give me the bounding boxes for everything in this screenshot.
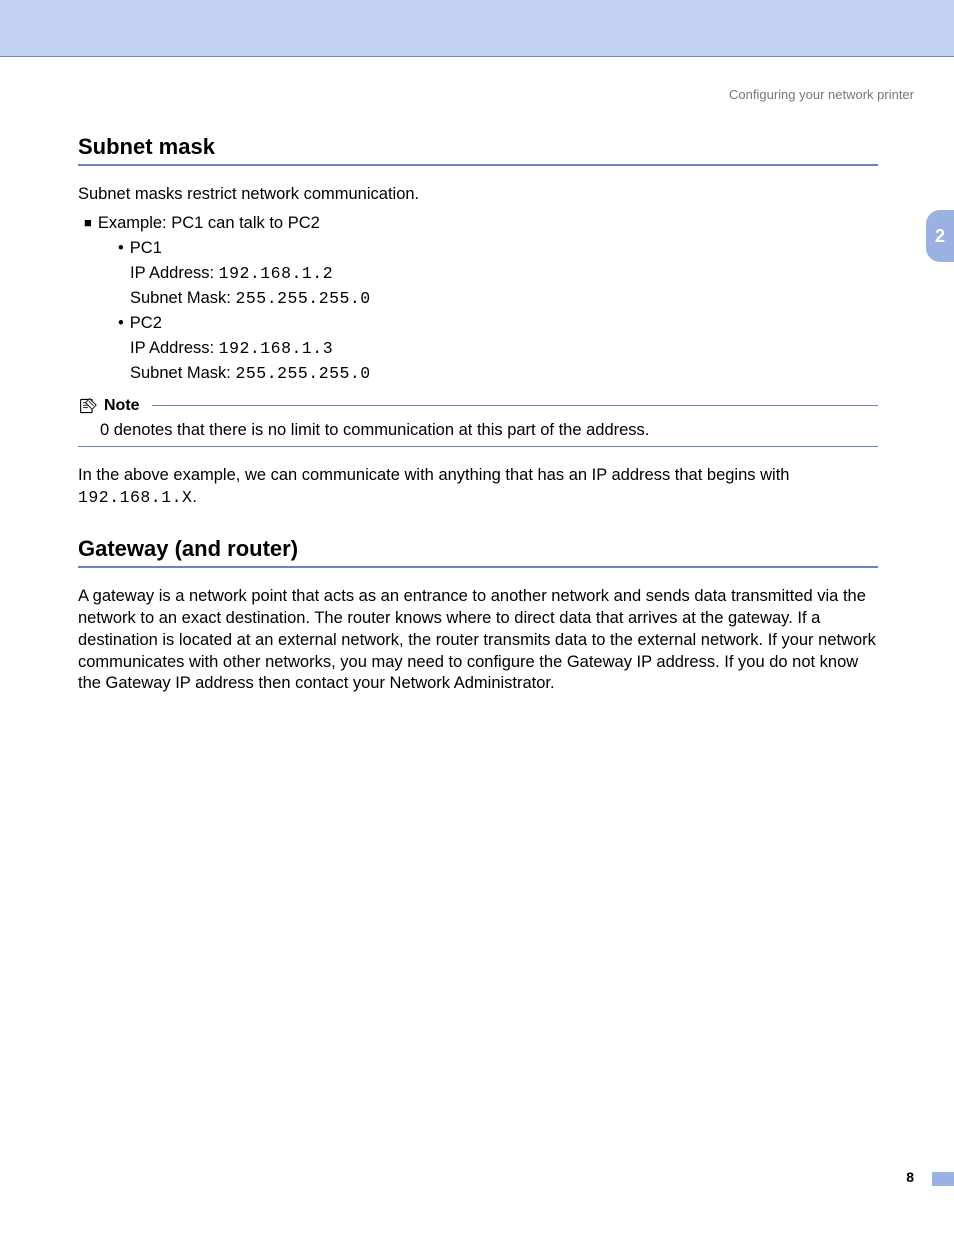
header-rule	[0, 56, 954, 57]
section-title-gateway: Gateway (and router)	[78, 536, 878, 562]
pc1-name: PC1	[130, 239, 162, 257]
mask-label: Subnet Mask:	[130, 364, 235, 382]
pc2-mask-row: Subnet Mask: 255.255.255.0	[130, 364, 878, 383]
square-bullet-icon: ■	[84, 215, 92, 230]
mask-value: 255.255.255.0	[235, 289, 370, 308]
note-header: Note	[78, 397, 878, 415]
gateway-body: A gateway is a network point that acts a…	[78, 586, 878, 695]
pc1-ip-row: IP Address: 192.168.1.2	[130, 264, 878, 283]
ip-label: IP Address:	[130, 264, 219, 282]
note-label: Note	[104, 397, 140, 415]
note-block: Note 0 denotes that there is no limit to…	[78, 397, 878, 447]
list-item: • PC2	[118, 314, 878, 333]
note-rule-bottom	[78, 446, 878, 447]
bullet-icon: •	[118, 239, 124, 257]
section-gateway: Gateway (and router) A gateway is a netw…	[78, 536, 878, 695]
bullet-icon: •	[118, 314, 124, 332]
mask-label: Subnet Mask:	[130, 289, 235, 307]
note-icon	[78, 397, 98, 415]
after-note-text: In the above example, we can communicate…	[78, 465, 878, 509]
pc2-ip-row: IP Address: 192.168.1.3	[130, 339, 878, 358]
header-band	[0, 0, 954, 56]
note-body: 0 denotes that there is no limit to comm…	[100, 421, 878, 440]
after-note-prefix: In the above example, we can communicate…	[78, 466, 789, 484]
example-label: Example: PC1 can talk to PC2	[98, 214, 320, 232]
pc1-mask-row: Subnet Mask: 255.255.255.0	[130, 289, 878, 308]
section-title-subnet: Subnet mask	[78, 134, 878, 160]
after-note-suffix: .	[192, 488, 197, 506]
subnet-intro: Subnet masks restrict network communicat…	[78, 184, 878, 206]
note-rule	[152, 405, 878, 406]
page-number: 8	[906, 1169, 914, 1185]
ip-value: 192.168.1.3	[219, 339, 333, 358]
ip-value: 192.168.1.2	[219, 264, 333, 283]
breadcrumb: Configuring your network printer	[729, 87, 914, 102]
pc2-name: PC2	[130, 314, 162, 332]
page-content: Subnet mask Subnet masks restrict networ…	[78, 134, 878, 703]
after-note-mono: 192.168.1.X	[78, 488, 192, 507]
section-rule	[78, 566, 878, 568]
mask-value: 255.255.255.0	[235, 364, 370, 383]
list-item: • PC1	[118, 239, 878, 258]
chapter-tab[interactable]: 2	[926, 210, 954, 262]
page-marker	[932, 1172, 954, 1186]
ip-label: IP Address:	[130, 339, 219, 357]
section-rule	[78, 164, 878, 166]
example-item: ■ Example: PC1 can talk to PC2	[84, 214, 878, 233]
